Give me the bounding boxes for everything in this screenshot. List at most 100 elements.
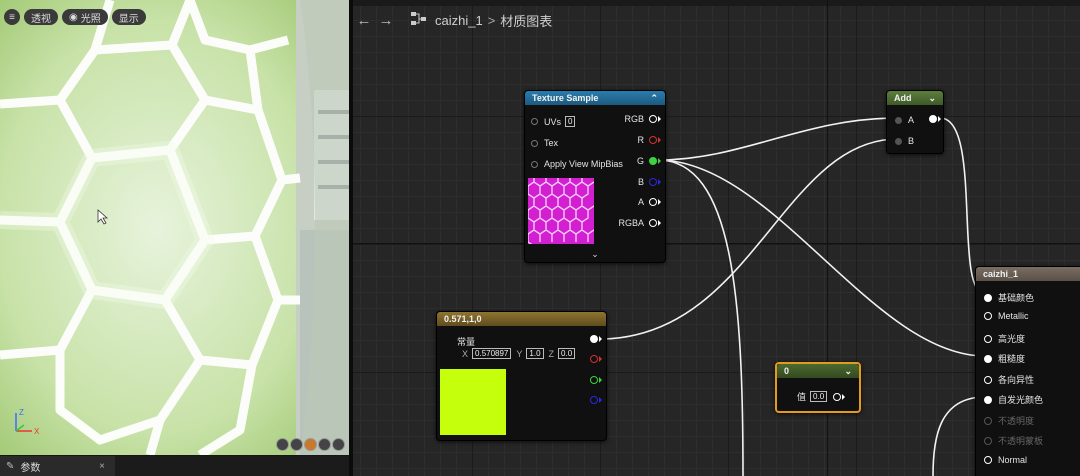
collapse-icon[interactable]: ⌃: [650, 93, 658, 104]
constant-node[interactable]: 0 ⌄ 值 0.0: [775, 362, 861, 413]
emissive-color-label: 自发光颜色: [998, 395, 1044, 405]
constant3-header[interactable]: 0.571,1,0: [437, 312, 606, 326]
opacity-pin: 不透明度: [984, 414, 1034, 427]
preview-shape-buttons: [276, 438, 345, 451]
add-output-pin[interactable]: [924, 115, 941, 123]
texture-sample-header[interactable]: Texture Sample ⌃: [525, 91, 665, 105]
constant3-vector-node[interactable]: 0.571,1,0 常量 X 0.570897 Y 1.0 Z 0.0: [436, 311, 607, 441]
texture-thumbnail: [528, 178, 594, 244]
constant3-g-output-pin[interactable]: [585, 376, 602, 384]
axis-z-label: Z: [19, 408, 24, 417]
material-preview-viewport[interactable]: ≡ 透视 ◉ 光照 显示 Z X: [0, 0, 349, 455]
constant-value-field[interactable]: 0.0: [810, 391, 828, 402]
close-icon[interactable]: ×: [99, 461, 105, 472]
constant-output-pin[interactable]: [833, 392, 842, 401]
rgba-label: RGBA: [618, 218, 644, 228]
rgba-output-pin[interactable]: RGBA: [618, 218, 661, 228]
constant-value-row: 值 0.0: [797, 390, 846, 403]
uvs-input-pin[interactable]: UVs 0: [531, 116, 576, 127]
z-value-field[interactable]: 0.0: [558, 348, 576, 359]
x-label: X: [462, 348, 469, 359]
opacity-label: 不透明度: [998, 416, 1035, 426]
cylinder-preview-icon[interactable]: [276, 438, 289, 451]
viewport-toolbar: ≡ 透视 ◉ 光照 显示: [4, 9, 146, 25]
r-label: R: [637, 135, 645, 145]
material-graph-canvas[interactable]: ← → caizhi_1 > 材质图表 Texture Sample ⌃ UVs…: [353, 0, 1080, 476]
add-a-input-pin[interactable]: A: [895, 115, 914, 125]
anisotropy-pin[interactable]: 各向异性: [984, 373, 1034, 386]
constant3-label: 常量: [457, 337, 476, 347]
metallic-label: Metallic: [998, 311, 1029, 321]
lighting-button[interactable]: ◉ 光照: [62, 9, 108, 25]
normal-pin[interactable]: Normal: [984, 455, 1027, 465]
show-button[interactable]: 显示: [111, 9, 146, 25]
z-label: Z: [548, 348, 555, 359]
constant3-b-output-pin[interactable]: [585, 396, 602, 404]
constant3-output-pin[interactable]: [585, 335, 602, 343]
expand-chevron-icon[interactable]: ⌄: [525, 249, 665, 260]
plane-preview-icon[interactable]: [304, 438, 317, 451]
roughness-label: 粗糙度: [998, 354, 1026, 364]
material-result-header[interactable]: caizhi_1: [976, 267, 1080, 281]
base-color-label: 基础颜色: [998, 293, 1035, 303]
tex-input-pin[interactable]: Tex: [531, 138, 558, 148]
g-label: G: [636, 156, 644, 166]
wire-g-down: [657, 159, 744, 476]
x-value-field[interactable]: 0.570897: [472, 348, 512, 359]
lighting-label: 光照: [80, 13, 101, 25]
texture-sample-title: Texture Sample: [532, 93, 599, 103]
constant3-title: 0.571,1,0: [444, 314, 482, 324]
uvs-value[interactable]: 0: [565, 116, 576, 127]
specular-pin[interactable]: 高光度: [984, 332, 1025, 345]
details-tab[interactable]: ✎ 参数 ×: [0, 456, 115, 476]
perspective-label: 透视: [31, 13, 51, 25]
r-output-pin[interactable]: R: [637, 135, 661, 145]
mipbias-input-pin[interactable]: Apply View MipBias: [531, 159, 623, 169]
specular-label: 高光度: [998, 334, 1026, 344]
emissive-color-pin[interactable]: 自发光颜色: [984, 393, 1043, 406]
add-b-label: B: [908, 136, 915, 146]
anisotropy-label: 各向异性: [998, 375, 1035, 385]
axis-gizmo: Z X: [12, 407, 42, 439]
sphere-preview-icon[interactable]: [290, 438, 303, 451]
b-label: B: [637, 177, 644, 187]
opacity-mask-label: 不透明蒙板: [998, 436, 1044, 446]
perspective-button[interactable]: 透视: [24, 9, 58, 25]
opacity-mask-pin: 不透明蒙板: [984, 434, 1043, 447]
dropdown-chevron-icon[interactable]: ⌄: [928, 93, 936, 104]
dropdown-chevron-icon[interactable]: ⌄: [844, 366, 852, 377]
g-output-pin[interactable]: G: [637, 156, 661, 166]
metallic-pin[interactable]: Metallic: [984, 311, 1029, 321]
add-a-label: A: [908, 115, 915, 125]
show-label: 显示: [118, 13, 139, 25]
details-tab-bar: ✎ 参数 ×: [0, 456, 349, 476]
eye-icon: ◉: [69, 11, 78, 23]
a-label: A: [637, 197, 644, 207]
constant3-r-output-pin[interactable]: [585, 355, 602, 363]
normal-label: Normal: [998, 455, 1028, 465]
a-output-pin[interactable]: A: [638, 197, 661, 207]
roughness-pin[interactable]: 粗糙度: [984, 352, 1025, 365]
y-value-field[interactable]: 1.0: [526, 348, 544, 359]
mipbias-label: Apply View MipBias: [544, 159, 623, 169]
add-header[interactable]: Add ⌄: [887, 91, 943, 105]
constant-value-label: 值: [797, 392, 807, 402]
pencil-icon: ✎: [6, 460, 15, 472]
preview-hex-mesh: [0, 0, 349, 455]
teapot-preview-icon[interactable]: [332, 438, 345, 451]
axis-x-label: X: [34, 427, 40, 436]
base-color-pin[interactable]: 基础颜色: [984, 291, 1034, 304]
add-node[interactable]: Add ⌄ A B: [886, 90, 944, 154]
texture-sample-node[interactable]: Texture Sample ⌃ UVs 0 Tex Apply View Mip…: [524, 90, 666, 263]
rgb-label: RGB: [624, 114, 644, 124]
material-result-node[interactable]: caizhi_1 基础颜色 Metallic 高光度 粗糙度 各向异性 自发光颜…: [975, 266, 1080, 476]
details-tab-label: 参数: [20, 462, 41, 474]
constant-header[interactable]: 0 ⌄: [777, 364, 859, 378]
rgb-output-pin[interactable]: RGB: [624, 114, 661, 124]
color-swatch: [440, 369, 506, 435]
add-b-input-pin[interactable]: B: [895, 136, 914, 146]
cube-preview-icon[interactable]: [318, 438, 331, 451]
uvs-label: UVs: [544, 116, 562, 127]
b-output-pin[interactable]: B: [638, 177, 661, 187]
hamburger-icon[interactable]: ≡: [4, 9, 20, 25]
